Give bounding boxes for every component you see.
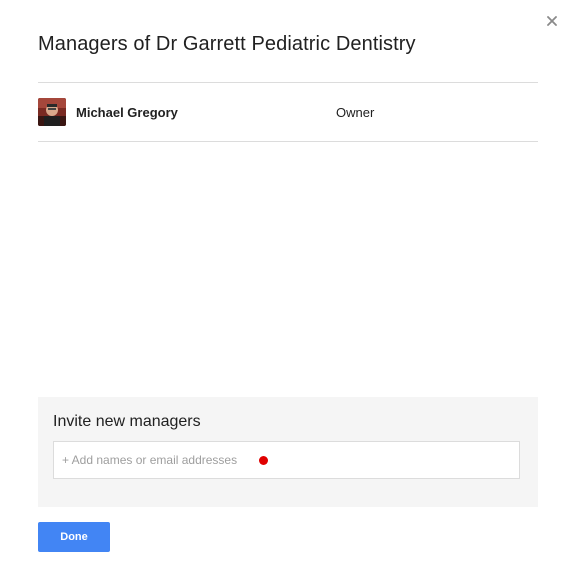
invite-panel: Invite new managers + Add names or email… xyxy=(38,397,538,507)
avatar-image xyxy=(38,98,66,126)
avatar[interactable] xyxy=(38,98,66,126)
close-icon xyxy=(547,16,557,26)
managers-dialog: Managers of Dr Garrett Pediatric Dentist… xyxy=(0,0,577,585)
invite-input[interactable]: + Add names or email addresses xyxy=(53,441,520,479)
invite-placeholder: + Add names or email addresses xyxy=(62,453,238,467)
invite-title: Invite new managers xyxy=(53,413,201,430)
cursor-marker xyxy=(259,455,269,465)
dialog-title: Managers of Dr Garrett Pediatric Dentist… xyxy=(38,33,416,55)
row-divider xyxy=(38,141,538,142)
close-button[interactable] xyxy=(543,12,561,30)
manager-name: Michael Gregory xyxy=(76,104,178,120)
manager-row: Michael Gregory Owner xyxy=(38,83,538,141)
done-button[interactable]: Done xyxy=(38,522,110,552)
manager-role[interactable]: Owner xyxy=(336,105,374,120)
